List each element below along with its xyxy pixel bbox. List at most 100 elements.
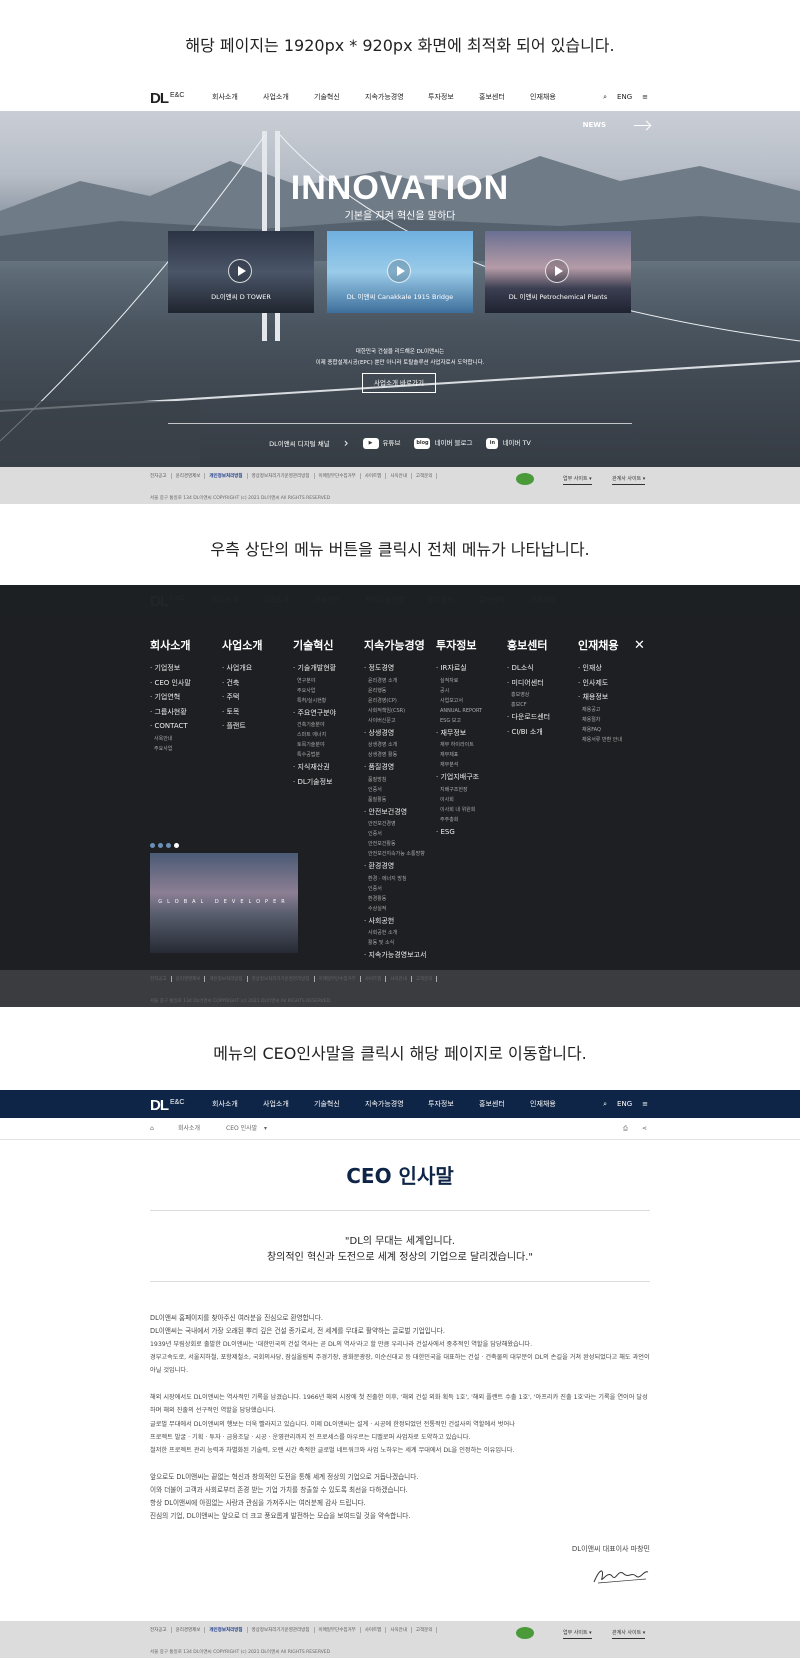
menu-subitem[interactable]: 주요사업	[150, 744, 191, 754]
chevron-down-icon[interactable]: ▾	[264, 1118, 267, 1140]
menu-subitem[interactable]: 안전보건지속가능 소통방향	[364, 849, 426, 859]
menu-subitem[interactable]: 공시	[436, 686, 482, 696]
menu-subitem[interactable]: 이사회 내 위원회	[436, 805, 482, 815]
menu-subitem[interactable]: 안전보건경영	[364, 819, 426, 829]
menu-item[interactable]: · 주택	[222, 690, 262, 705]
nav-item[interactable]: 홍보센터	[479, 1090, 530, 1118]
menu-item-ceo[interactable]: · CEO 인사말	[150, 676, 191, 691]
footer-link[interactable]: 이메일무단수집거부	[319, 1627, 361, 1633]
pagination-dot[interactable]	[158, 843, 163, 848]
footer-link[interactable]: 영상정보처리기기운영관리방침	[252, 473, 315, 479]
menu-subitem[interactable]: 실적자료	[436, 676, 482, 686]
menu-subitem[interactable]: 연구분야	[293, 676, 336, 686]
menu-item[interactable]: · 사업개요	[222, 661, 262, 676]
menu-item[interactable]: · 미디어센터	[507, 676, 550, 691]
nav-item[interactable]: 지속가능경영	[365, 82, 428, 112]
menu-item[interactable]: · 채용정보	[578, 690, 622, 705]
promo-banner[interactable]: GLOBAL DEVELOPER	[150, 853, 298, 953]
close-icon[interactable]: ✕	[634, 638, 645, 653]
nav-item[interactable]: 인재채용	[530, 1090, 581, 1118]
menu-subitem[interactable]: 스마트 에너지	[293, 730, 336, 740]
menu-item[interactable]: · 지식재산권	[293, 760, 336, 775]
footer-link[interactable]: 전자공고	[150, 1627, 172, 1633]
menu-subitem[interactable]: 채용공고	[578, 705, 622, 715]
hamburger-menu-icon[interactable]: ≡	[642, 93, 648, 101]
menu-heading[interactable]: 사업소개	[222, 637, 262, 653]
logo[interactable]: DL E&C	[150, 90, 184, 107]
menu-heading[interactable]: 인재채용	[578, 637, 622, 653]
menu-item[interactable]: · ESG	[436, 825, 482, 840]
nav-item[interactable]: 인재채용	[530, 82, 581, 112]
menu-subitem[interactable]: 사업보고서	[436, 696, 482, 706]
menu-item[interactable]: · 환경경영	[364, 859, 426, 874]
menu-item[interactable]: · 품질경영	[364, 760, 426, 775]
search-icon[interactable]: ⌕	[603, 93, 607, 102]
channel-blog[interactable]: blog 네이버 블로그	[414, 437, 472, 449]
menu-subitem[interactable]: 재무 하이라이트	[436, 740, 482, 750]
menu-item[interactable]: · 인재상	[578, 661, 622, 676]
footer-link[interactable]: 윤리경영제보	[176, 1627, 206, 1633]
footer-link[interactable]: 사옥안내	[390, 1627, 412, 1633]
footer-link[interactable]: 전자공고	[150, 473, 172, 479]
menu-subitem[interactable]: 사회적책임(CSR)	[364, 706, 426, 716]
play-icon[interactable]	[228, 259, 252, 283]
menu-subitem[interactable]: 주주총회	[436, 815, 482, 825]
menu-subitem[interactable]: 재무제표	[436, 750, 482, 760]
menu-item[interactable]: · 토목	[222, 705, 262, 720]
pagination-dot[interactable]	[166, 843, 171, 848]
pagination-dot-active[interactable]	[174, 843, 179, 848]
menu-item[interactable]: · 사회공헌	[364, 914, 426, 929]
footer-link[interactable]: 사이트맵	[365, 473, 387, 479]
menu-subitem[interactable]: 채용FAQ	[578, 725, 622, 735]
menu-subitem[interactable]: 사옥안내	[150, 734, 191, 744]
menu-item[interactable]: · CI/BI 소개	[507, 725, 550, 740]
affiliate-site-select[interactable]: 관계사 사이트 ▾	[612, 475, 646, 485]
logo[interactable]: DL E&C	[150, 1097, 184, 1114]
share-icon[interactable]: ⋖	[642, 1118, 647, 1140]
menu-item[interactable]: · 기업정보	[150, 661, 191, 676]
lang-toggle[interactable]: ENG	[617, 1100, 632, 1108]
nav-item[interactable]: 투자정보	[428, 82, 479, 112]
menu-subitem[interactable]: 수상실적	[364, 904, 426, 914]
menu-subitem[interactable]: 환경활동	[364, 894, 426, 904]
search-icon[interactable]: ⌕	[603, 1100, 607, 1109]
menu-item[interactable]: · DL소식	[507, 661, 550, 676]
menu-subitem[interactable]: 지배구조헌장	[436, 785, 482, 795]
footer-link[interactable]: 영상정보처리기기운영관리방침	[252, 1627, 315, 1633]
menu-subitem[interactable]: 상생경영 활동	[364, 750, 426, 760]
play-icon[interactable]	[545, 259, 569, 283]
nav-item[interactable]: 지속가능경영	[365, 1090, 428, 1118]
menu-item[interactable]: · 기업지배구조	[436, 770, 482, 785]
menu-subitem[interactable]: 활동 및 소식	[364, 938, 426, 948]
home-icon[interactable]: ⌂	[150, 1118, 154, 1140]
menu-item[interactable]: · 안전보건경영	[364, 805, 426, 820]
menu-item[interactable]: · 건축	[222, 676, 262, 691]
menu-subitem[interactable]: 재무분석	[436, 760, 482, 770]
menu-item[interactable]: · 플랜트	[222, 719, 262, 734]
nav-item[interactable]: 기술혁신	[314, 82, 365, 112]
family-site-select[interactable]: 업무 사이트 ▾	[563, 475, 592, 485]
channel-youtube[interactable]: ▶ 유튜브	[362, 437, 400, 449]
nav-item[interactable]: 홍보센터	[479, 82, 530, 112]
menu-subitem[interactable]: 특수공법분	[293, 750, 336, 760]
menu-heading[interactable]: 홍보센터	[507, 637, 550, 653]
menu-item[interactable]: · 다운로드센터	[507, 710, 550, 725]
footer-link[interactable]: 고객문의	[416, 1627, 438, 1633]
menu-subitem[interactable]: 안전보건활동	[364, 839, 426, 849]
footer-link[interactable]: 이메일무단수집거부	[319, 473, 361, 479]
news-link[interactable]: NEWS	[583, 121, 606, 129]
footer-link[interactable]: 윤리경영제보	[176, 473, 206, 479]
menu-subitem[interactable]: 사이버신문고	[364, 716, 426, 726]
menu-subitem[interactable]: 인증서	[364, 884, 426, 894]
menu-subitem[interactable]: 이사회	[436, 795, 482, 805]
nav-item[interactable]: 사업소개	[263, 82, 314, 112]
breadcrumb-item[interactable]: CEO 인사말	[226, 1118, 257, 1140]
menu-heading[interactable]: 기술혁신	[293, 637, 336, 653]
menu-subitem[interactable]: 인증서	[364, 785, 426, 795]
menu-item[interactable]: · 정도경영	[364, 661, 426, 676]
nav-item[interactable]: 회사소개	[212, 82, 263, 112]
play-icon[interactable]	[387, 259, 411, 283]
video-thumb[interactable]: DL 이앤씨 Petrochemical Plants	[485, 231, 631, 313]
menu-subitem[interactable]: 사회공헌 소개	[364, 928, 426, 938]
video-thumb[interactable]: DL이앤씨 D TOWER	[168, 231, 314, 313]
